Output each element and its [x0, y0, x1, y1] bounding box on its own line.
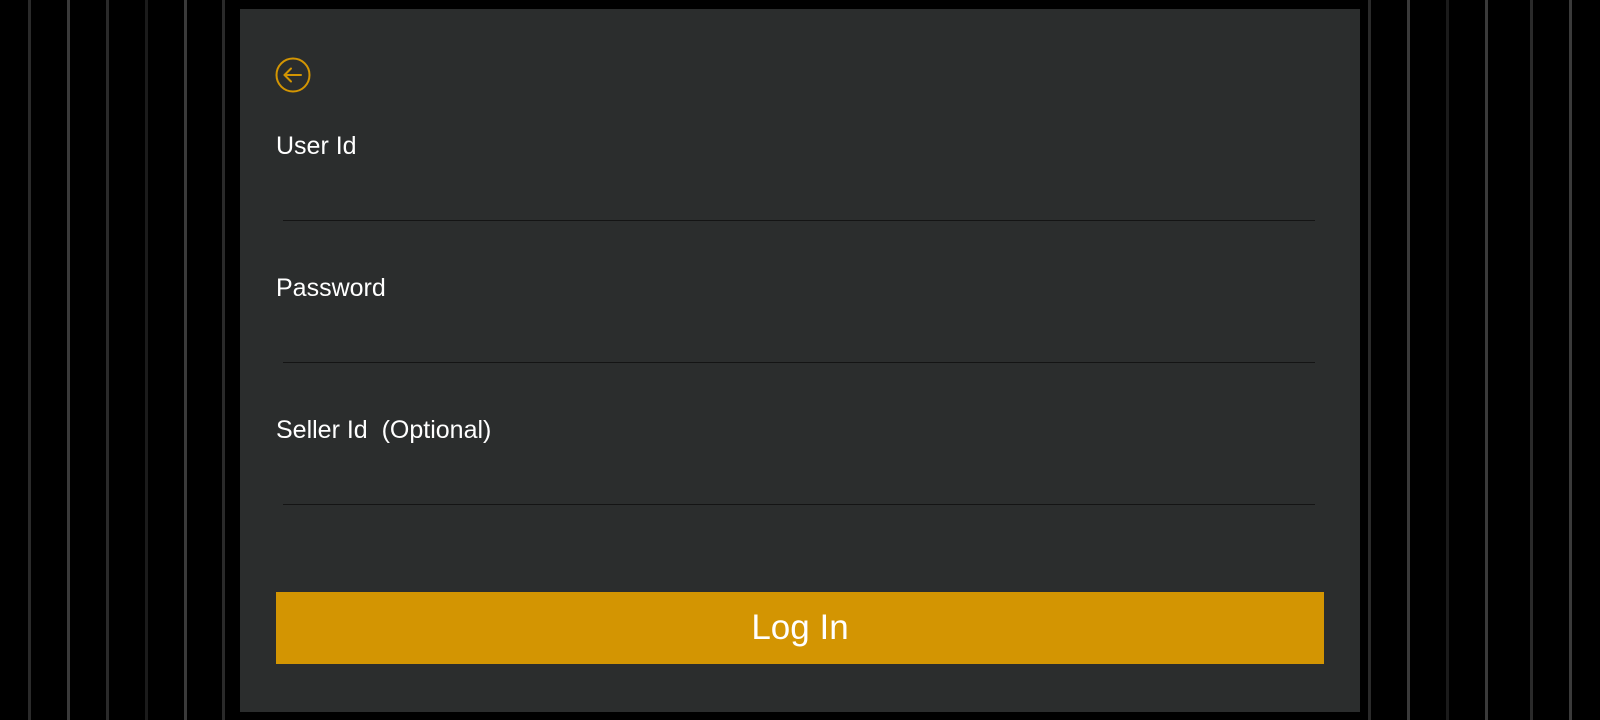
background-stripe	[145, 0, 148, 720]
user-id-input[interactable]	[283, 181, 1315, 221]
login-button[interactable]: Log In	[276, 592, 1324, 664]
background-stripe	[1446, 0, 1449, 720]
back-button[interactable]	[275, 57, 311, 93]
background-stripe	[184, 0, 187, 720]
background-stripe	[222, 0, 225, 720]
password-label: Password	[276, 274, 386, 302]
arrow-left-circle-icon	[275, 57, 311, 93]
background-stripe	[67, 0, 70, 720]
background-stripe	[1368, 0, 1371, 720]
background-stripe	[1407, 0, 1410, 720]
seller-id-input[interactable]	[283, 465, 1315, 505]
user-id-label: User Id	[276, 132, 357, 160]
login-screen: User Id Password Seller Id (Optional) Lo…	[0, 0, 1600, 720]
background-stripe	[1485, 0, 1488, 720]
password-input[interactable]	[283, 323, 1315, 363]
login-panel: User Id Password Seller Id (Optional) Lo…	[240, 9, 1360, 712]
background-stripe	[1530, 0, 1533, 720]
background-stripe	[106, 0, 109, 720]
seller-id-label: Seller Id (Optional)	[276, 416, 492, 444]
background-stripe	[28, 0, 31, 720]
background-stripe	[1569, 0, 1572, 720]
